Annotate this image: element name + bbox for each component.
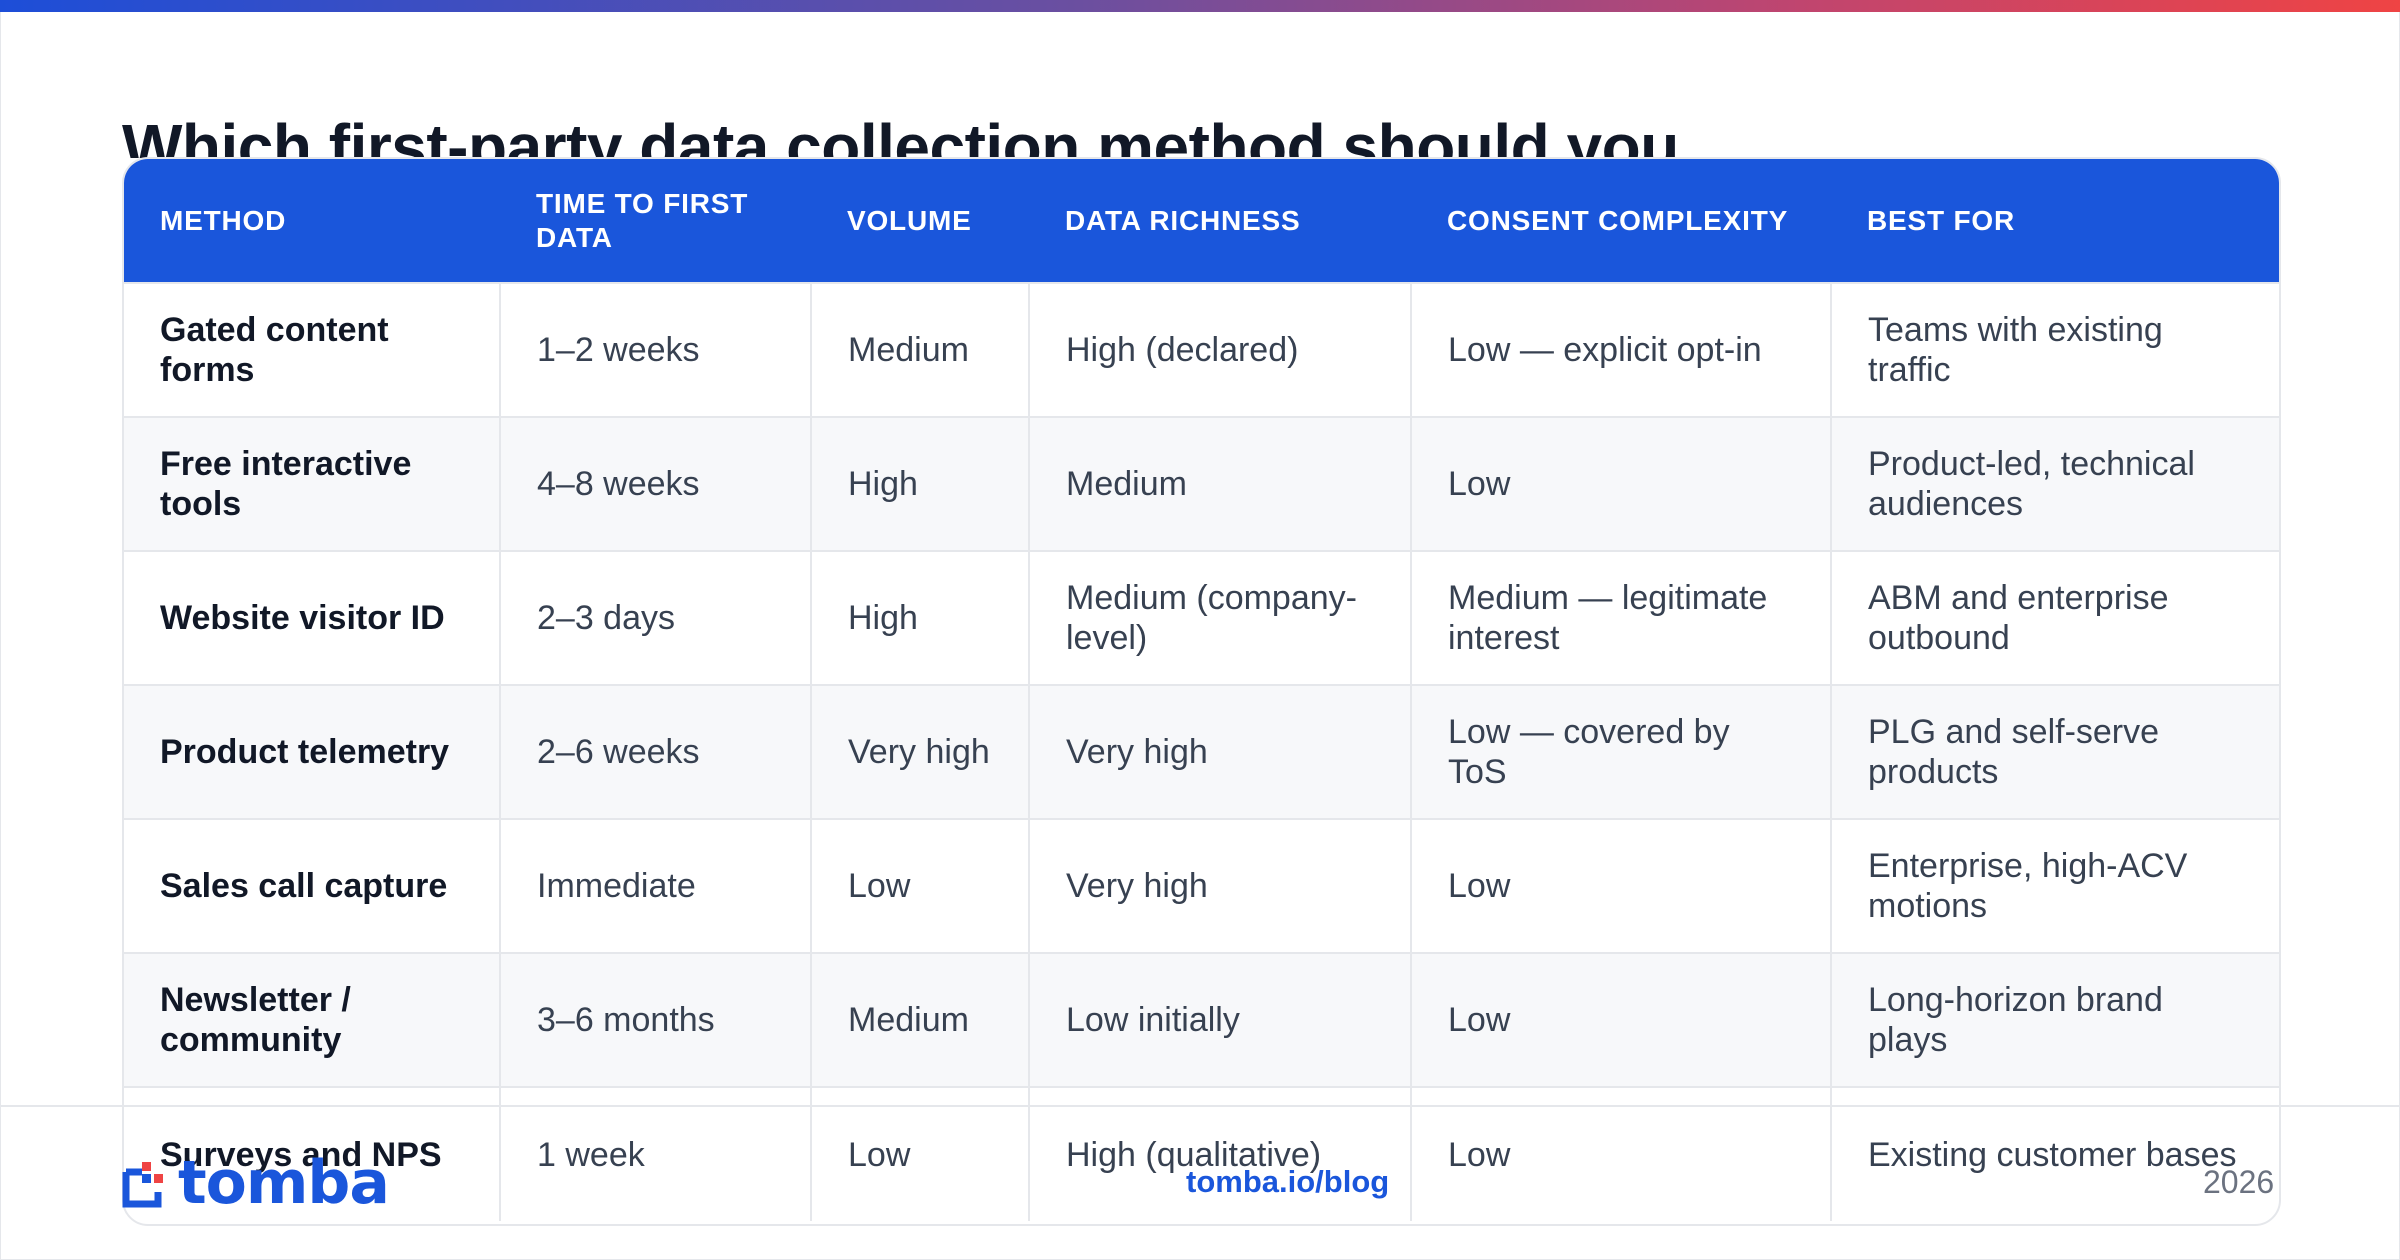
column-header-best-for: BEST FOR <box>1867 204 2015 236</box>
cell-volume: Low <box>810 818 1029 953</box>
cell-time: 2–3 days <box>499 550 811 685</box>
cell-consent: Low <box>1410 416 1831 551</box>
cell-consent: Low <box>1410 952 1831 1087</box>
cell-best-for: ABM and enterprise outbound <box>1830 550 2279 685</box>
cell-best-for: Product-led, technical audiences <box>1830 416 2279 551</box>
table-row: Website visitor ID 2–3 days High Medium … <box>124 550 2279 685</box>
table-row: Free interactive tools 4–8 weeks High Me… <box>124 416 2279 551</box>
column-header-data-richness: DATA RICHNESS <box>1065 204 1301 236</box>
table-row: Gated content forms 1–2 weeks Medium Hig… <box>124 282 2279 417</box>
table-row: Product telemetry 2–6 weeks Very high Ve… <box>124 684 2279 819</box>
cell-best-for: Long-horizon brand plays <box>1830 952 2279 1087</box>
cell-consent: Low <box>1410 1086 1831 1221</box>
cell-consent: Low <box>1410 818 1831 953</box>
cell-time: Immediate <box>499 818 811 953</box>
cell-best-for: Teams with existing traffic <box>1830 282 2279 417</box>
cell-richness: Medium <box>1028 416 1411 551</box>
column-header-time-to-first-data: TIME TO FIRST DATA <box>536 187 749 253</box>
column-header-method: METHOD <box>160 204 287 236</box>
cell-time: 1–2 weeks <box>499 282 811 417</box>
cell-time: 2–6 weeks <box>499 684 811 819</box>
cell-richness: Very high <box>1028 818 1411 953</box>
cell-volume: Very high <box>810 684 1029 819</box>
cell-method: Gated content forms <box>124 282 500 417</box>
cell-method: Website visitor ID <box>124 550 500 685</box>
cell-method: Product telemetry <box>124 684 500 819</box>
cell-time: 1 week <box>499 1086 811 1221</box>
column-header-volume: VOLUME <box>847 204 972 236</box>
cell-consent: Low — explicit opt-in <box>1410 282 1831 417</box>
cell-volume: High <box>810 416 1029 551</box>
column-header-consent-complexity: CONSENT COMPLEXITY <box>1447 204 1789 236</box>
cell-volume: High <box>810 550 1029 685</box>
cell-consent: Medium — legitimate interest <box>1410 550 1831 685</box>
cell-richness: Very high <box>1028 684 1411 819</box>
cell-volume: Medium <box>810 282 1029 417</box>
tomba-logo[interactable]: tomba <box>122 1148 390 1218</box>
tomba-logo-icon <box>122 1158 172 1208</box>
table-row: Surveys and NPS 1 week Low High (qualita… <box>124 1086 2279 1221</box>
footer-year: 2026 <box>2203 1164 2275 1200</box>
top-gradient-bar <box>0 0 2400 12</box>
footer-divider <box>0 1105 2400 1107</box>
cell-volume: Medium <box>810 952 1029 1087</box>
tomba-wordmark: tomba <box>178 1148 390 1218</box>
cell-richness: High (declared) <box>1028 282 1411 417</box>
table-header-row: METHOD TIME TO FIRST DATA VOLUME DATA RI… <box>124 159 2279 283</box>
comparison-table: METHOD TIME TO FIRST DATA VOLUME DATA RI… <box>122 157 2281 1226</box>
cell-consent: Low — covered by ToS <box>1410 684 1831 819</box>
cell-method: Free interactive tools <box>124 416 500 551</box>
blog-link[interactable]: tomba.io/blog <box>1186 1164 1389 1200</box>
cell-richness: Medium (company-level) <box>1028 550 1411 685</box>
cell-best-for: PLG and self-serve products <box>1830 684 2279 819</box>
cell-time: 4–8 weeks <box>499 416 811 551</box>
table-row: Sales call capture Immediate Low Very hi… <box>124 818 2279 953</box>
cell-volume: Low <box>810 1086 1029 1221</box>
cell-method: Sales call capture <box>124 818 500 953</box>
cell-best-for: Enterprise, high-ACV motions <box>1830 818 2279 953</box>
cell-time: 3–6 months <box>499 952 811 1087</box>
table-row: Newsletter / community 3–6 months Medium… <box>124 952 2279 1087</box>
page-title: Which first-party data collection method… <box>122 111 1679 158</box>
cell-richness: Low initially <box>1028 952 1411 1087</box>
cell-richness: High (qualitative) <box>1028 1086 1411 1221</box>
cell-method: Newsletter / community <box>124 952 500 1087</box>
